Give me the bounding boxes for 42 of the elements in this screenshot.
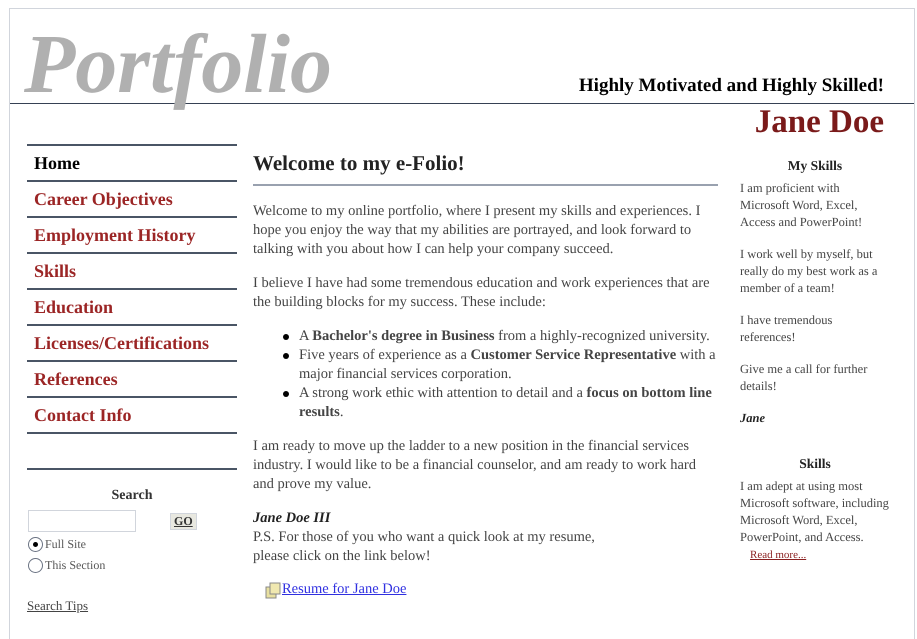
radio-button[interactable] <box>28 558 43 572</box>
paragraph: I am adept at using most Microsoft software, including Microsoft Word, Excel, PowerPoint, and Access. <box>740 479 889 544</box>
bullet-icon <box>283 334 289 340</box>
paragraph-line: please click on the link below! <box>253 547 431 566</box>
read-more-link[interactable]: Read more... <box>750 549 806 561</box>
owner-name: Jane Doe <box>754 104 884 140</box>
nav-link[interactable]: Home <box>34 150 80 176</box>
bullet-icon <box>283 391 289 397</box>
paragraph: I am proficient with Microsoft Word, Excel, Access and PowerPoint! <box>740 180 864 231</box>
search-title: Search <box>112 487 152 505</box>
sidebar-heading: My Skills <box>788 157 842 174</box>
bullet-icon <box>283 353 289 359</box>
paragraph: I am ready to move up the ladder to a new position in the financial services industry. I would like to be a financial counselor, and am ready to work hard and prove my value. <box>253 437 698 494</box>
list-item-text: Five years of experience as a Customer Service Representative with a major financial services corporation. <box>299 346 717 384</box>
nav-link[interactable]: Licenses/Certifications <box>34 330 209 356</box>
nav-link[interactable]: Career Objectives <box>34 186 173 212</box>
nav-link[interactable]: Education <box>34 294 114 320</box>
paragraph: Welcome to my online portfolio, where I present my skills and experiences. I hope you enjoy the way that my abilities are portrayed, and look forward to talking with you about how I can help your company succeed. <box>253 202 702 259</box>
radio-button[interactable] <box>28 536 43 552</box>
list-item-text: A strong work ethic with attention to detail and a focus on bottom line results. <box>299 384 713 422</box>
paragraph: Give me a call for further details! <box>740 361 868 395</box>
nav-link[interactable]: Employment History <box>34 222 196 248</box>
nav-link[interactable]: Skills <box>34 258 76 284</box>
radio-label: Full Site <box>45 536 86 553</box>
paragraph: I work well by myself, but really do my best work as a member of a team! <box>740 246 878 297</box>
paragraph-line: P.S. For those of you who want a quick look at my resume, <box>253 528 595 547</box>
nav-link[interactable]: Contact Info <box>34 402 132 428</box>
radio-label: This Section <box>45 557 106 574</box>
paragraph: I believe I have had some tremendous education and work experiences that are the building blocks for my success. These include: <box>253 274 711 312</box>
nav-link[interactable]: References <box>34 366 118 392</box>
search-field[interactable] <box>28 510 136 532</box>
signature: Jane Doe III <box>253 509 330 528</box>
go-button[interactable]: GO <box>170 512 197 530</box>
search-tips-link[interactable]: Search Tips <box>27 596 88 616</box>
sidebar-heading: Skills <box>799 455 831 472</box>
page-heading: Welcome to my e-Folio! <box>253 150 718 186</box>
documents-icon <box>265 582 282 599</box>
list-item-text: A Bachelor's degree in Business from a highly-recognized university. <box>299 327 710 346</box>
signature: Jane <box>740 410 765 427</box>
resume-link[interactable]: Resume for Jane Doe <box>282 580 406 599</box>
paragraph: I have tremendous references! <box>740 312 834 346</box>
tagline: Highly Motivated and Highly Skilled! <box>578 74 884 98</box>
